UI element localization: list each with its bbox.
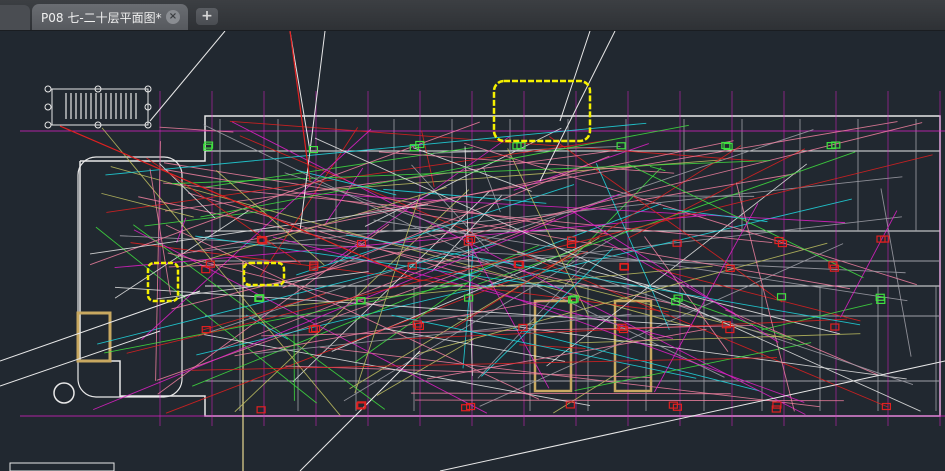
wire <box>579 333 861 344</box>
wire <box>880 188 912 357</box>
wire <box>761 303 873 331</box>
wire <box>376 338 474 396</box>
device-marker <box>830 323 840 331</box>
device-marker <box>309 261 319 269</box>
symbol-circle <box>53 382 75 404</box>
wire <box>574 342 812 391</box>
wire <box>485 194 755 197</box>
wire <box>168 260 306 268</box>
device-marker <box>616 142 626 150</box>
leader-line <box>299 350 421 471</box>
grip-point <box>44 121 52 129</box>
wire <box>519 344 586 349</box>
tab-title: P08 七-二十层平面图* <box>41 10 162 25</box>
tab-active-drawing[interactable]: P08 七-二十层平面图* × <box>32 4 188 30</box>
revision-cloud <box>146 261 180 303</box>
grip-point <box>44 85 52 93</box>
floor-plan-drawing[interactable] <box>0 31 945 471</box>
wire <box>101 192 194 218</box>
revision-cloud <box>492 79 592 143</box>
close-icon[interactable]: × <box>166 10 180 24</box>
wire <box>553 365 631 414</box>
wire <box>200 124 689 218</box>
bottom-box <box>9 462 115 471</box>
wire <box>159 163 216 219</box>
wire <box>101 127 341 416</box>
wire <box>355 273 482 363</box>
wire <box>165 250 589 414</box>
grip-point <box>44 103 52 111</box>
tab-previous[interactable] <box>0 5 30 30</box>
wire <box>649 166 666 172</box>
wire <box>364 127 562 227</box>
wire <box>411 392 731 395</box>
wire <box>188 192 507 287</box>
wire-lines <box>0 31 945 471</box>
leader-line <box>559 31 591 122</box>
plus-icon[interactable]: + <box>196 8 218 25</box>
leader-line <box>149 31 226 122</box>
wire <box>414 399 844 402</box>
wire <box>840 210 898 318</box>
document-tab-bar: P08 七-二十层平面图* × + <box>0 0 945 31</box>
drawing-canvas[interactable] <box>0 31 945 471</box>
